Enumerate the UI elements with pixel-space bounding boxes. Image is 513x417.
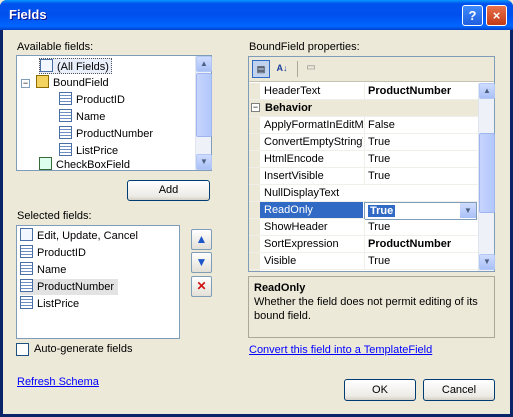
property-row-htmlencode[interactable]: HtmlEncode True [249,151,478,168]
tree-item-boundfield[interactable]: − BoundField [21,75,109,91]
scroll-thumb[interactable] [196,73,212,137]
title-bar[interactable]: Fields ? × [0,0,513,30]
auto-generate-checkbox[interactable] [16,343,29,356]
refresh-schema-link[interactable]: Refresh Schema [17,376,99,388]
scroll-up-icon[interactable]: ▲ [479,83,495,99]
property-row-sortexpression[interactable]: SortExpression ProductNumber [249,236,478,253]
toolbar-separator [297,61,298,77]
auto-generate-label: Auto-generate fields [34,343,133,355]
available-fields-tree[interactable]: (All Fields) − BoundField ProductID Name … [16,55,212,171]
delete-field-button[interactable]: ✕ [191,276,212,297]
collapse-toggle-icon[interactable]: − [251,103,260,112]
property-row-visible[interactable]: Visible True [249,253,478,270]
scroll-up-icon[interactable]: ▲ [196,56,212,72]
ok-button[interactable]: OK [344,379,416,401]
chevron-down-icon[interactable]: ▼ [460,203,476,218]
description-text: Whether the field does not permit editin… [254,296,478,322]
readonly-value-dropdown[interactable]: True ▼ [364,202,477,220]
collapse-toggle-icon[interactable]: − [21,79,30,88]
available-scrollbar[interactable]: ▲ ▼ [195,56,212,170]
property-scrollbar[interactable]: ▲ ▼ [478,83,495,271]
property-rows: HeaderText ProductNumber − Behavior Apply… [249,83,478,271]
field-icon [20,245,33,258]
field-icon [20,279,33,292]
tree-item-all-fields[interactable]: (All Fields) [39,58,112,74]
property-row-nulldisplaytext[interactable]: NullDisplayText [249,185,478,202]
field-icon [20,262,33,275]
scroll-down-icon[interactable]: ▼ [479,254,495,270]
fields-dialog: Fields ? × Available fields: (All Fields… [0,0,513,417]
list-item[interactable]: Edit, Update, Cancel [20,228,138,244]
close-button[interactable]: × [486,5,507,26]
tree-item-checkboxfield[interactable]: CheckBoxField [39,157,130,173]
field-icon [59,109,72,122]
command-field-icon [20,228,33,241]
list-item-selected[interactable]: ProductNumber [20,279,119,295]
property-row-insertvisible[interactable]: InsertVisible True [249,168,478,185]
move-up-button[interactable]: ▲ [191,229,212,250]
selected-fields-label: Selected fields: [17,210,92,222]
property-description: ReadOnly Whether the field does not perm… [248,276,495,338]
arrow-down-icon: ▼ [195,255,208,269]
available-fields-label: Available fields: [17,41,94,53]
add-button[interactable]: Add [127,180,210,201]
property-row-convertemptystringtonull[interactable]: ConvertEmptyStringToNullTrue [249,134,478,151]
checkboxfield-icon [39,157,52,170]
description-title: ReadOnly [254,282,306,294]
property-row-applyformatineditmode[interactable]: ApplyFormatInEditModeFalse [249,117,478,134]
property-pages-icon[interactable]: ▭ [302,60,320,78]
property-row-showheader[interactable]: ShowHeader True [249,219,478,236]
field-icon [59,143,72,156]
property-row-readonly[interactable]: ReadOnly True ▼ [249,202,478,220]
category-row-behavior[interactable]: − Behavior [249,100,478,117]
categorized-icon[interactable]: ▤ [252,60,270,78]
list-item[interactable]: ProductID [20,245,86,261]
help-button[interactable]: ? [462,5,483,26]
tree-item-name[interactable]: Name [59,109,105,125]
convert-templatefield-link[interactable]: Convert this field into a TemplateField [249,344,432,356]
all-fields-icon [40,59,53,72]
property-row-headertext[interactable]: HeaderText ProductNumber [249,83,478,100]
field-icon [20,296,33,309]
field-icon [59,92,72,105]
cancel-button[interactable]: Cancel [423,379,495,401]
properties-label: BoundField properties: [249,41,360,53]
dialog-body: Available fields: (All Fields) − BoundFie… [3,30,510,414]
tree-item-productnumber[interactable]: ProductNumber [59,126,153,142]
scroll-down-icon[interactable]: ▼ [196,154,212,170]
list-item[interactable]: Name [20,262,66,278]
selected-fields-list[interactable]: Edit, Update, Cancel ProductID Name Prod… [16,225,180,339]
property-toolbar: ▤ A↓ ▭ [249,57,494,82]
alphabetical-icon[interactable]: A↓ [273,60,291,78]
scroll-thumb[interactable] [479,133,495,213]
tree-item-productid[interactable]: ProductID [59,92,125,108]
boundfield-icon [36,75,49,88]
field-icon [59,126,72,139]
dialog-title: Fields [9,7,47,22]
delete-icon: ✕ [196,279,207,293]
property-grid[interactable]: ▤ A↓ ▭ HeaderText ProductNumber − Behavio… [248,56,495,272]
move-down-button[interactable]: ▼ [191,252,212,273]
arrow-up-icon: ▲ [195,232,208,246]
list-item[interactable]: ListPrice [20,296,79,312]
